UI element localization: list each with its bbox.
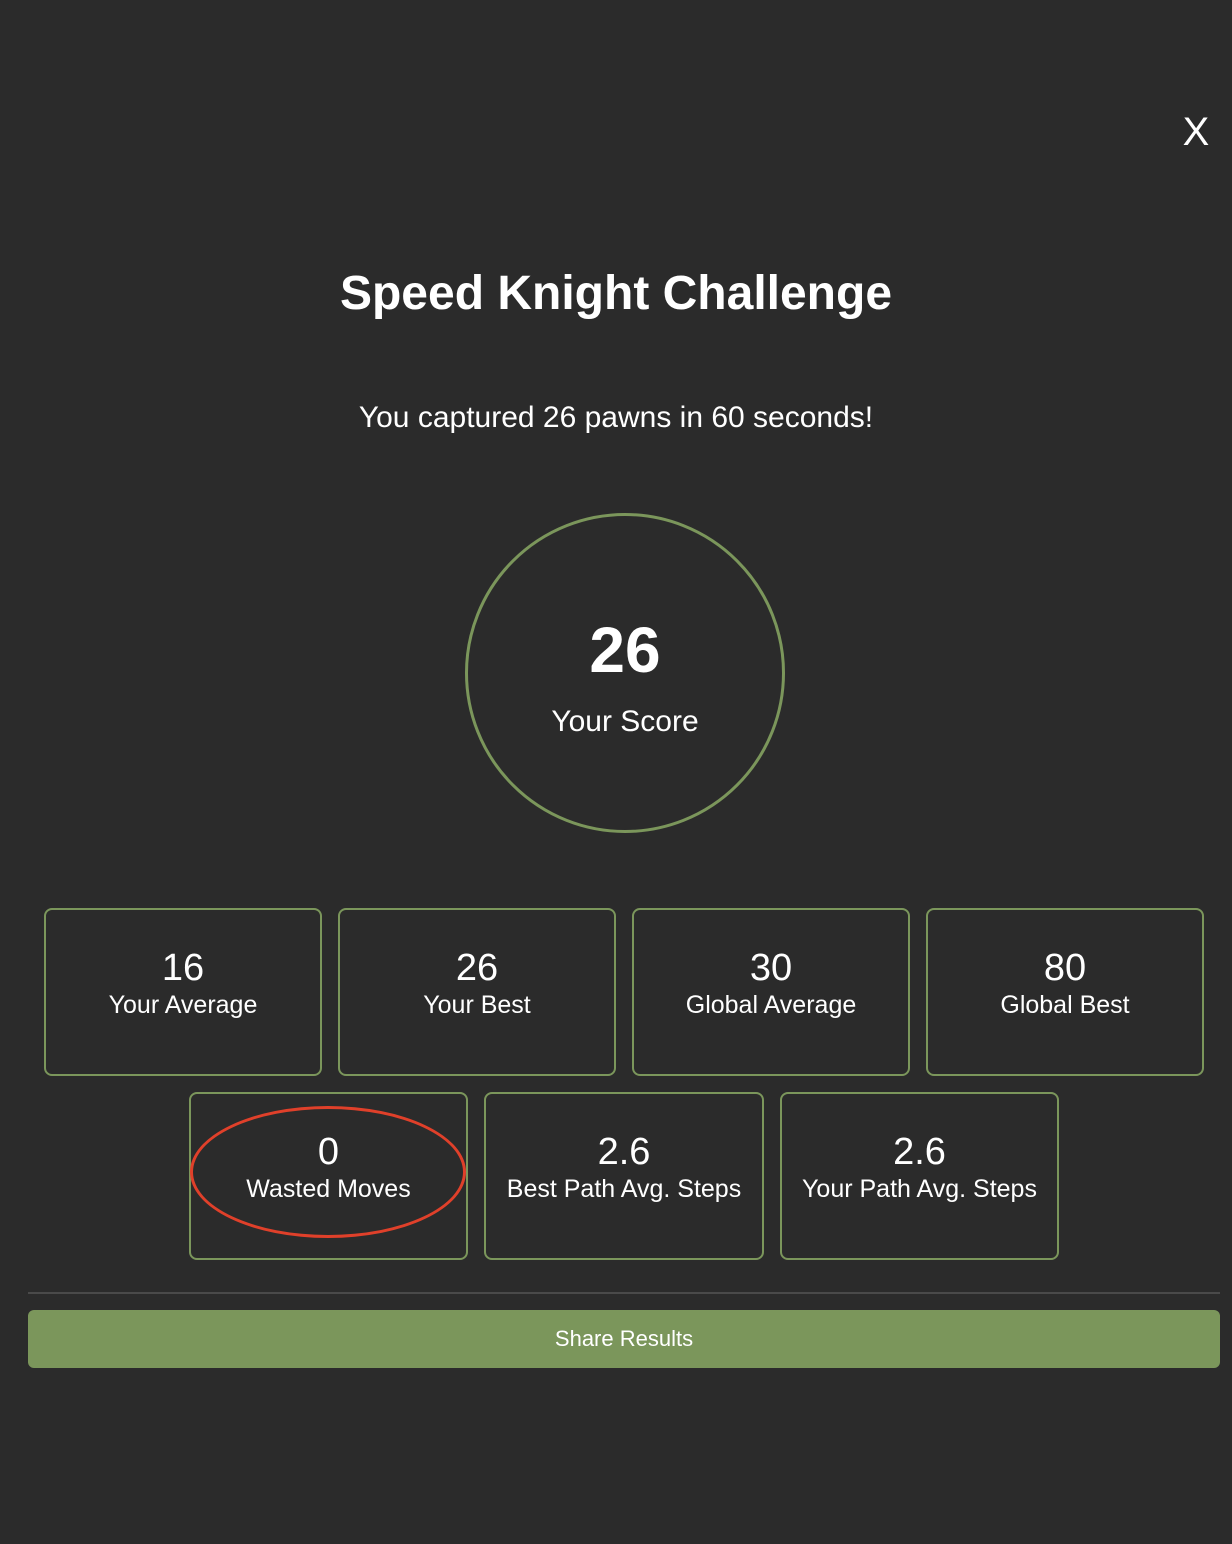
stat-value: 2.6	[597, 1131, 651, 1173]
score-label: Your Score	[551, 705, 699, 738]
close-button[interactable]: X	[1176, 108, 1216, 156]
stat-global-best: 80 Global Best	[926, 908, 1204, 1076]
share-results-button[interactable]: Share Results	[28, 1310, 1220, 1368]
stat-your-best: 26 Your Best	[338, 908, 616, 1076]
stat-value: 2.6	[893, 1131, 946, 1173]
stat-value: 26	[455, 947, 499, 989]
divider	[28, 1292, 1220, 1294]
stat-your-average: 16 Your Average	[44, 908, 322, 1076]
score-circle: 26 Your Score	[465, 513, 785, 833]
stat-value: 0	[317, 1131, 340, 1173]
stat-value: 30	[749, 947, 793, 989]
stat-your-path-avg-steps: 2.6 Your Path Avg. Steps	[780, 1092, 1059, 1260]
stat-best-path-avg-steps: 2.6 Best Path Avg. Steps	[484, 1092, 764, 1260]
stat-label: Global Best	[1000, 991, 1130, 1019]
stat-value: 80	[1043, 947, 1087, 989]
stat-label: Wasted Moves	[246, 1175, 411, 1203]
stat-label: Your Average	[108, 991, 258, 1019]
stat-global-average: 30 Global Average	[632, 908, 910, 1076]
page-title: Speed Knight Challenge	[339, 267, 893, 320]
stat-label: Your Best	[423, 991, 531, 1019]
stat-label: Best Path Avg. Steps	[506, 1175, 742, 1203]
stat-label: Global Average	[685, 991, 857, 1019]
score-value: 26	[589, 614, 661, 686]
result-summary: You captured 26 pawns in 60 seconds!	[358, 401, 874, 434]
stat-wasted-moves: 0 Wasted Moves	[189, 1092, 468, 1260]
stat-label: Your Path Avg. Steps	[802, 1175, 1037, 1203]
stat-value: 16	[161, 947, 205, 989]
